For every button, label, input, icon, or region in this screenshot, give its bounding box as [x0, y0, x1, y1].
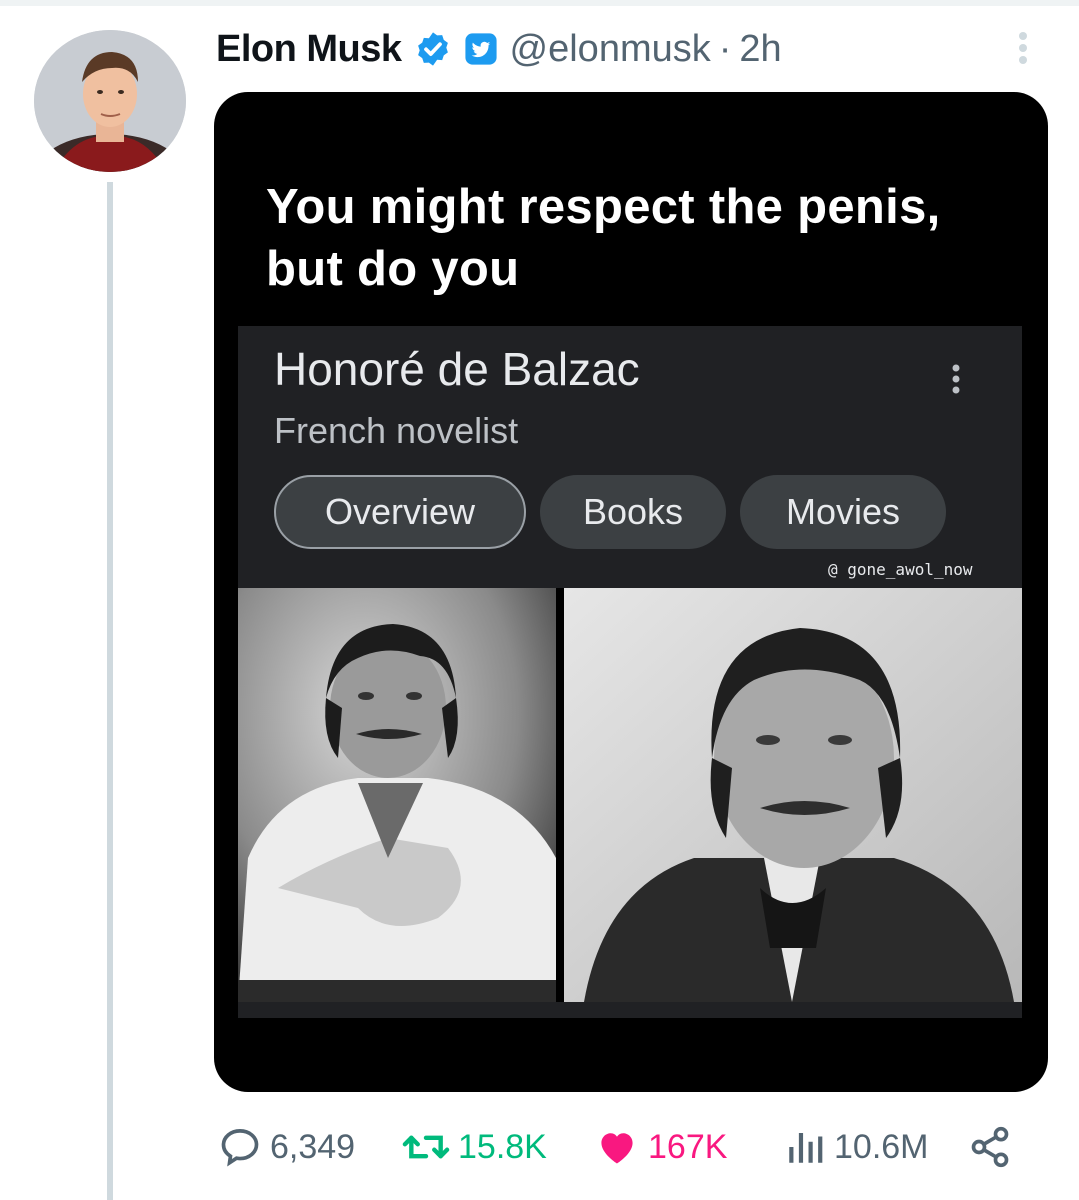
retweet-button[interactable]: 15.8K — [402, 1122, 547, 1172]
like-count: 167K — [648, 1127, 728, 1166]
knowledge-panel: Honoré de Balzac French novelist Overvie… — [238, 326, 1022, 588]
verified-badge-icon — [414, 30, 452, 68]
reply-icon — [221, 1129, 259, 1167]
like-button[interactable]: 167K — [594, 1122, 727, 1172]
panel-more-icon — [946, 360, 966, 400]
more-vertical-icon[interactable] — [1008, 28, 1038, 68]
share-icon — [971, 1126, 1009, 1168]
twitter-affiliate-badge-icon[interactable] — [464, 32, 498, 66]
top-divider — [0, 0, 1079, 6]
thread-line — [107, 182, 113, 1200]
tweet-actions: 6,349 15.8K 167K 10.6M — [218, 1122, 1018, 1172]
share-button[interactable] — [968, 1122, 1020, 1172]
views-icon — [789, 1133, 823, 1163]
knowledge-panel-title: Honoré de Balzac — [274, 343, 640, 395]
balzac-photo-right — [564, 588, 1022, 1002]
author-handle[interactable]: @elonmusk — [510, 28, 711, 71]
meme-caption: You might respect the penis, but do you — [266, 180, 941, 296]
retweet-icon — [402, 1135, 450, 1159]
chip-movies: Movies — [740, 475, 946, 549]
author-name[interactable]: Elon Musk — [216, 28, 402, 71]
heart-icon — [601, 1133, 633, 1164]
tweet-timestamp[interactable]: 2h — [739, 28, 781, 71]
reply-button[interactable]: 6,349 — [218, 1122, 355, 1172]
tweet-header: Elon Musk @elonmusk · 2h — [216, 22, 782, 76]
knowledge-panel-subtitle: French novelist — [274, 410, 519, 451]
balzac-photo-left — [238, 588, 556, 1002]
views-button[interactable]: 10.6M — [784, 1122, 929, 1172]
chip-overview: Overview — [274, 475, 526, 549]
watermark: @ gone_awol_now — [828, 560, 973, 579]
retweet-count: 15.8K — [458, 1127, 547, 1166]
chip-books: Books — [540, 475, 726, 549]
separator-dot: · — [718, 27, 732, 70]
author-avatar[interactable] — [34, 30, 186, 172]
tweet-media[interactable]: You might respect the penis, but do you … — [214, 92, 1048, 1092]
views-count: 10.6M — [834, 1127, 929, 1166]
reply-count: 6,349 — [270, 1127, 356, 1166]
photo-bottom-strip — [238, 1002, 1022, 1018]
